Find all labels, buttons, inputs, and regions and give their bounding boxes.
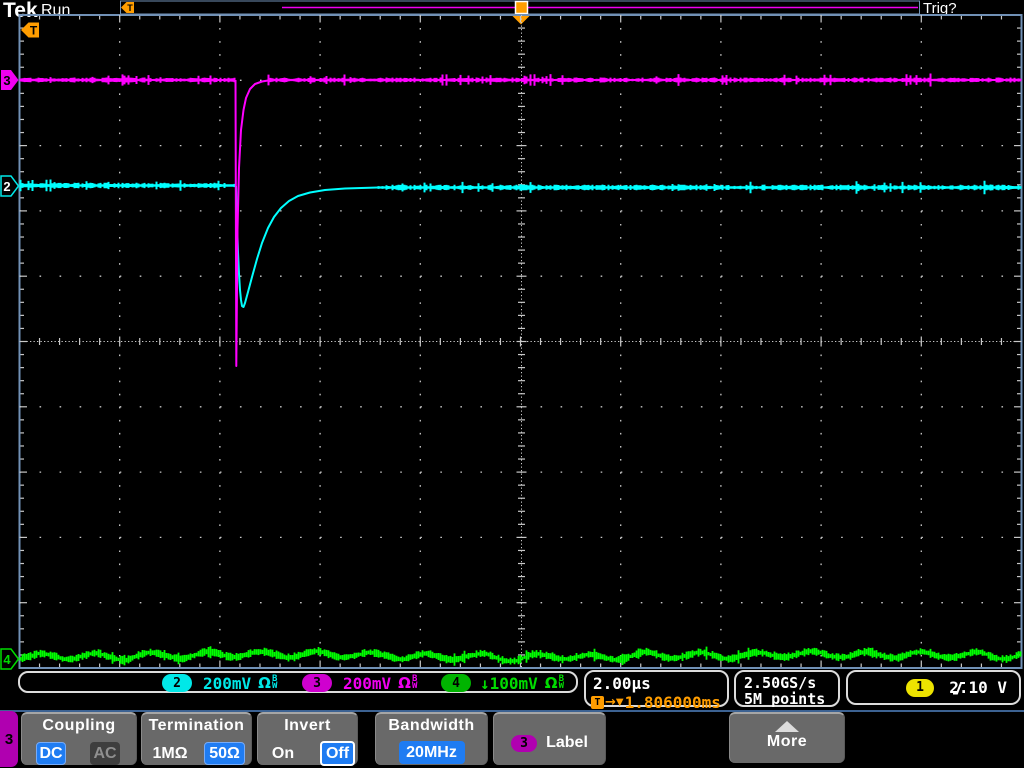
more-up-arrow-icon (775, 721, 799, 732)
invert-menu[interactable]: Invert On Off (257, 712, 358, 766)
label-title: Label (546, 734, 588, 751)
label-channel-badge: 3 (511, 734, 538, 752)
ch3-badge: 3 (302, 674, 332, 692)
ch2-impedance: Ω (258, 674, 271, 692)
coupling-dc-button[interactable]: DC (36, 742, 66, 765)
svg-text:4: 4 (3, 652, 11, 667)
delay-marker-icon: ▼ (615, 697, 624, 708)
ch3-readout[interactable]: 3 200mV Ω BW (302, 673, 418, 693)
termination-menu[interactable]: Termination 1MΩ 50Ω (141, 712, 252, 765)
acquisition-readout[interactable]: 2.50GS/s 5M points (734, 670, 840, 707)
ch2-scale: 200mV (203, 673, 252, 693)
termination-1m-button[interactable]: 1MΩ (146, 742, 194, 765)
more-title: More (766, 733, 808, 750)
run-status: Run (41, 2, 70, 19)
ch2-badge: 2 (162, 674, 192, 692)
coupling-menu[interactable]: Coupling DC AC (21, 712, 137, 765)
ch4-bandwidth-flag: BW (558, 674, 564, 691)
ch3-ground-marker[interactable]: 3 (1, 70, 19, 90)
svg-text:3: 3 (3, 73, 10, 88)
sample-rate: 2.50GS/s (744, 674, 817, 692)
ch2-readout[interactable]: 2 200mV Ω BW (162, 673, 278, 693)
ch2-bandwidth-flag: BW (271, 674, 278, 691)
oscilloscope-screen: Tek Run Trig? T T 3 2 4 2 200mV Ω B W 3 … (0, 0, 1024, 768)
svg-text:T: T (30, 24, 38, 38)
more-button[interactable]: More (729, 712, 845, 763)
svg-text:2: 2 (3, 179, 10, 194)
coupling-ac-button[interactable]: AC (90, 742, 120, 765)
ch3-bandwidth-flag: BW (411, 674, 418, 691)
svg-text:T: T (127, 3, 133, 13)
coupling-title: Coupling (42, 717, 116, 734)
bandwidth-value-button[interactable]: 20MHz (398, 741, 465, 764)
bandwidth-menu[interactable]: Bandwidth 20MHz (375, 712, 488, 765)
timebase-readout[interactable]: 2.00µs T → ▼ 1.806000ms (584, 670, 729, 712)
ch4-badge: 4 (441, 674, 471, 692)
record-length: 5M points (744, 690, 826, 708)
termination-title: Termination (148, 717, 245, 734)
label-menu[interactable]: 3 Label (493, 712, 606, 765)
ch3-scale: 200mV (343, 673, 392, 693)
ch4-ground-marker[interactable]: 4 (0, 648, 20, 670)
menu-channel-tab: 3 (0, 711, 18, 767)
invert-title: Invert (284, 717, 331, 734)
scope-display: Tek Run Trig? T T 3 2 4 (0, 0, 1023, 670)
graticule (18, 14, 1023, 669)
ch4-readout[interactable]: 4 ↓100mV Ω BW (441, 673, 564, 693)
bandwidth-title: Bandwidth (388, 717, 475, 734)
channel-readouts[interactable]: 2 200mV Ω BW 3 200mV Ω BW 4 ↓100mV Ω BW (18, 671, 578, 693)
trigger-source-badge: 1 (906, 678, 934, 697)
ch4-scale: ↓100mV (480, 673, 538, 693)
soft-menu-bar: 3 Coupling DC AC Termination 1MΩ 50Ω Inv… (0, 710, 1024, 768)
invert-off-button[interactable]: Off (320, 741, 355, 766)
trigger-level: 2.10 V (949, 678, 1007, 697)
trigger-icon: T (591, 696, 604, 709)
delay-arrow-icon: → (605, 695, 616, 710)
trigger-readout[interactable]: 1 2.10 V (846, 670, 1021, 705)
ch4-impedance: Ω (544, 674, 558, 692)
trigger-level-marker[interactable]: T (21, 22, 39, 38)
ch3-impedance: Ω (398, 674, 411, 692)
timebase-scale: 2.00µs (593, 674, 651, 693)
ch2-ground-marker[interactable]: 2 (0, 175, 20, 197)
invert-on-button[interactable]: On (266, 742, 300, 765)
termination-50-button[interactable]: 50Ω (204, 742, 245, 765)
